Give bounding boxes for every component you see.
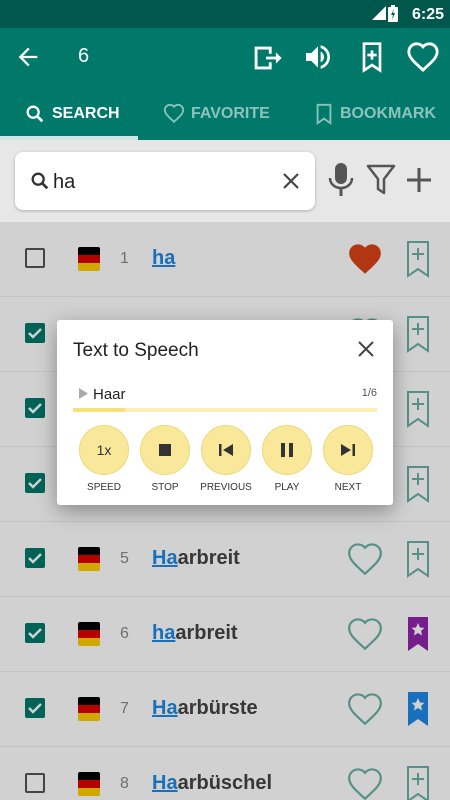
play-small-icon	[79, 388, 88, 399]
tab-bar: SEARCH FAVORITE BOOKMARK	[0, 88, 450, 140]
search-query: ha	[53, 171, 76, 193]
back-arrow-icon[interactable]	[14, 43, 42, 71]
progress-fill	[73, 408, 125, 412]
text-to-speech-dialog: Text to Speech Haar 1/6 1x SPEED STOP PR…	[57, 320, 393, 505]
progress-counter: 1/6	[361, 387, 377, 399]
stop-icon	[159, 444, 171, 456]
add-icon[interactable]	[405, 166, 433, 194]
current-word: Haar	[93, 386, 126, 403]
stop-button[interactable]: STOP	[139, 425, 191, 493]
battery-icon	[388, 5, 398, 22]
next-label: NEXT	[334, 482, 362, 493]
signal-icon	[372, 6, 386, 20]
bookmark-outline-icon	[316, 103, 332, 125]
pause-icon	[281, 443, 293, 457]
tab-favorite[interactable]: FAVORITE	[163, 88, 270, 140]
status-bar: 6:25	[0, 0, 450, 28]
selection-count: 6	[78, 45, 90, 67]
dialog-title: Text to Speech	[73, 340, 199, 361]
search-icon	[26, 105, 44, 123]
tab-favorite-label: FAVORITE	[191, 105, 270, 122]
clear-icon[interactable]	[281, 171, 301, 191]
app-toolbar: 6	[0, 28, 450, 88]
heart-outline-icon	[163, 103, 185, 124]
tab-search-label: SEARCH	[52, 105, 120, 122]
export-icon[interactable]	[249, 41, 283, 75]
speed-value: 1x	[79, 425, 129, 475]
tab-search[interactable]: SEARCH	[24, 88, 120, 140]
microphone-icon[interactable]	[328, 162, 354, 198]
add-bookmark-icon[interactable]	[356, 41, 388, 73]
search-row: ha	[0, 140, 450, 222]
favorite-heart-icon[interactable]	[406, 41, 440, 75]
play-button[interactable]: PLAY	[261, 425, 313, 493]
skip-previous-icon	[219, 444, 233, 456]
progress-bar	[73, 408, 377, 412]
dialog-backdrop[interactable]	[0, 222, 450, 800]
close-icon[interactable]	[357, 340, 375, 358]
skip-next-icon	[341, 444, 355, 456]
search-icon	[31, 172, 49, 190]
tab-bookmark-label: BOOKMARK	[340, 105, 436, 122]
filter-icon[interactable]	[366, 164, 396, 196]
previous-button[interactable]: PREVIOUS	[200, 425, 252, 493]
tab-bookmark[interactable]: BOOKMARK	[314, 88, 436, 140]
speed-button[interactable]: 1x SPEED	[78, 425, 130, 493]
clock: 6:25	[411, 6, 444, 23]
next-button[interactable]: NEXT	[322, 425, 374, 493]
volume-icon[interactable]	[302, 41, 334, 73]
search-input[interactable]: ha	[15, 152, 315, 210]
